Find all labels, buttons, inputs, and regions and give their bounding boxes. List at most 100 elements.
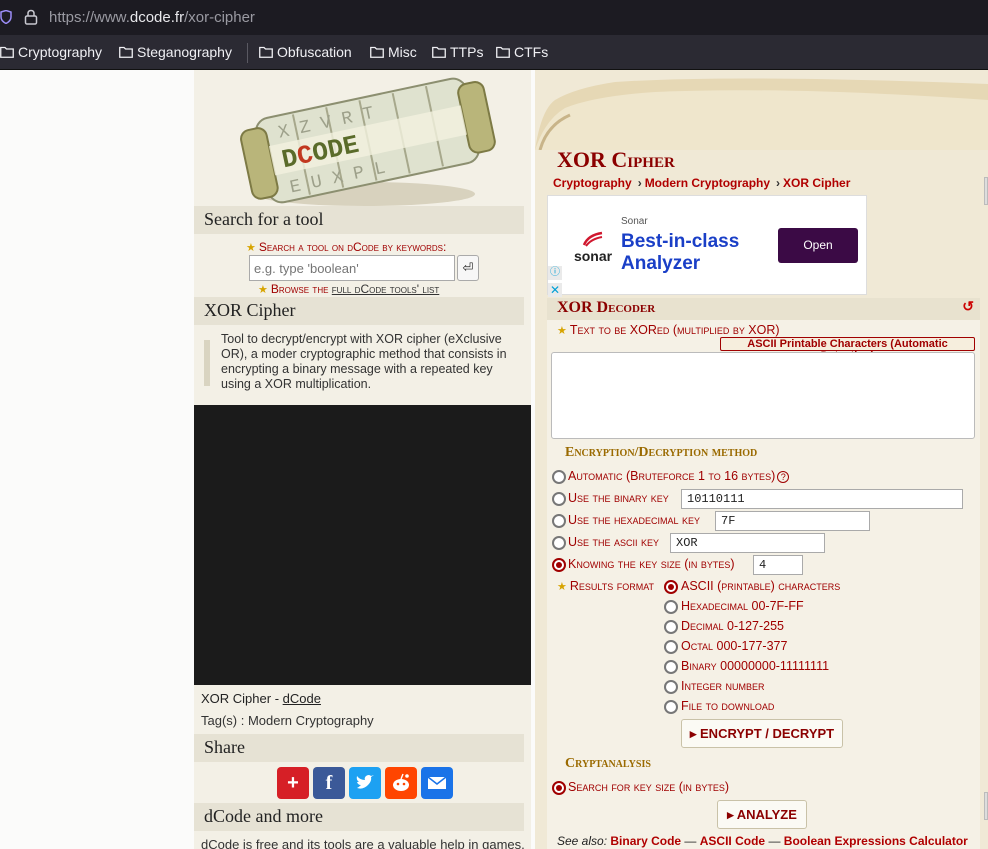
see-also-ascii-code[interactable]: ASCII Code (700, 834, 765, 848)
scroll-tab[interactable] (984, 792, 988, 820)
bookmark-ttps[interactable]: TTPs (432, 44, 483, 60)
breadcrumb-xor-cipher[interactable]: XOR Cipher (783, 176, 850, 190)
see-also-label: See also: (557, 834, 608, 848)
folder-icon (0, 46, 14, 58)
add-icon[interactable]: + (277, 767, 309, 799)
radio-automatic[interactable] (552, 470, 566, 484)
page-title: XOR Cipher (557, 147, 675, 172)
radio-format-octal[interactable] (664, 640, 678, 654)
bookmark-obfuscation[interactable]: Obfuscation (259, 44, 352, 60)
folder-icon (119, 46, 133, 58)
detection-badge: ASCII Printable Characters (Automatic De… (720, 337, 975, 362)
shield-icon[interactable] (0, 10, 12, 24)
decoder-heading: XOR Decoder ↺ (547, 298, 980, 320)
see-also-binary-code[interactable]: Binary Code (610, 834, 681, 848)
bookmark-label: CTFs (514, 44, 549, 60)
bookmark-ctfs[interactable]: CTFs (496, 44, 548, 60)
bookmark-label: Obfuscation (277, 44, 352, 60)
dcode-link[interactable]: dCode (283, 691, 321, 706)
folder-icon (370, 46, 384, 58)
separator: — (684, 834, 697, 848)
format-hexadecimal: Hexadecimal 00-7F-FF (681, 599, 804, 613)
breadcrumb-modern-cryptography[interactable]: Modern Cryptography (645, 176, 770, 190)
breadcrumb-separator: › (637, 176, 642, 190)
option-key-size: Knowing the key size (in bytes) (568, 557, 735, 571)
radio-format-ascii[interactable] (664, 580, 678, 594)
format-file: File to download (681, 699, 775, 713)
ascii-key-input[interactable]: XOR (670, 533, 825, 553)
method-heading: Encryption/Decryption method (565, 445, 758, 460)
ad-headline-line-2: Analyzer (621, 253, 701, 274)
email-icon[interactable] (421, 767, 453, 799)
radio-search-key-size[interactable] (552, 781, 566, 795)
facebook-icon[interactable]: f (313, 767, 345, 799)
twitter-icon[interactable] (349, 767, 381, 799)
browse-prefix: Browse the (270, 282, 332, 296)
hex-key-input[interactable]: 7F (715, 511, 870, 531)
option-ascii-key: Use the ascii key (568, 535, 659, 549)
bookmark-label: TTPs (450, 44, 484, 60)
separator: — (768, 834, 781, 848)
radio-format-binary[interactable] (664, 660, 678, 674)
advertisement[interactable]: Sonar sonar Best-in-class Analyzer Open ⓘ… (547, 195, 867, 297)
tags: Tag(s) : Modern Cryptography (201, 713, 374, 728)
radio-hexadecimal-key[interactable] (552, 514, 566, 528)
radio-format-decimal[interactable] (664, 620, 678, 634)
share-heading: Share (194, 734, 524, 762)
browse-link-row: ★ Browse the full dCode tools' list (258, 282, 439, 296)
bookmarks-toolbar: Cryptography Steganography Obfuscation M… (0, 35, 988, 70)
breadcrumb-cryptography[interactable]: Cryptography (553, 176, 632, 190)
scroll-tab[interactable] (984, 177, 988, 205)
radio-format-integer[interactable] (664, 680, 678, 694)
see-also-boolean-calculator[interactable]: Boolean Expressions Calculator (784, 834, 968, 848)
option-automatic-label: Automatic (Bruteforce 1 to 16 bytes) (568, 469, 776, 483)
radio-ascii-key[interactable] (552, 536, 566, 550)
encrypt-decrypt-button[interactable]: ▸ ENCRYPT / DECRYPT (681, 719, 843, 748)
option-hexadecimal-key: Use the hexadecimal key (568, 513, 700, 527)
search-heading: Search for a tool (194, 206, 524, 234)
format-binary: Binary 00000000-11111111 (681, 659, 830, 673)
caption-prefix: XOR Cipher - (201, 691, 283, 706)
text-input-label-text: Text to be XORed (multiplied by XOR) (569, 323, 780, 337)
ad-brand: sonar (573, 248, 613, 264)
star-icon: ★ (557, 325, 567, 337)
search-submit-button[interactable]: ⏎ (457, 255, 479, 281)
xor-decoder-panel: XOR Decoder ↺ ★ Text to be XORed (multipli… (547, 298, 980, 849)
key-size-input[interactable]: 4 (753, 555, 803, 575)
bookmark-label: Cryptography (18, 44, 103, 60)
browse-tools-link[interactable]: full dCode tools' list (332, 282, 440, 296)
radio-key-size[interactable] (552, 558, 566, 572)
help-icon[interactable]: ? (777, 470, 790, 483)
search-input[interactable] (249, 255, 455, 281)
parchment-header (535, 78, 988, 150)
format-octal: Octal 000-177-377 (681, 639, 788, 653)
format-integer: Integer number (681, 679, 765, 693)
format-ascii: ASCII (printable) characters (681, 579, 841, 593)
breadcrumb: Cryptography › Modern Cryptography › XOR Cip… (553, 176, 850, 190)
binary-key-input[interactable]: 10110111 (681, 489, 963, 509)
bookmark-misc[interactable]: Misc (370, 44, 417, 60)
ad-sponsor: Sonar (621, 216, 648, 227)
radio-format-hexadecimal[interactable] (664, 600, 678, 614)
ad-close-icon[interactable]: ✕ (548, 283, 562, 297)
ad-info-icon[interactable]: ⓘ (548, 266, 562, 280)
dcode-logo[interactable]: X Z V R T DCODE E U X P L (230, 76, 500, 210)
bookmark-steganography[interactable]: Steganography (119, 44, 232, 60)
url-text[interactable]: https://www.dcode.fr/xor-cipher (49, 9, 255, 26)
lock-icon[interactable] (24, 9, 38, 25)
reset-icon[interactable]: ↺ (962, 299, 974, 316)
star-icon: ★ (246, 242, 256, 254)
bookmark-cryptography[interactable]: Cryptography (0, 44, 102, 60)
ad-open-button[interactable]: Open (778, 228, 858, 263)
more-heading: dCode and more (194, 803, 524, 831)
search-label-text: Search a tool on dCode by keywords: (258, 240, 447, 254)
radio-binary-key[interactable] (552, 492, 566, 506)
video-player[interactable] (194, 405, 531, 685)
radio-format-file[interactable] (664, 700, 678, 714)
ciphertext-textarea[interactable] (551, 352, 975, 439)
reddit-alien-glyph (393, 773, 409, 791)
reddit-icon[interactable] (385, 767, 417, 799)
url-bar[interactable]: https://www.dcode.fr/xor-cipher (0, 0, 988, 35)
analyze-button[interactable]: ▸ ANALYZE (717, 800, 807, 829)
url-domain: dcode.fr (129, 9, 185, 26)
